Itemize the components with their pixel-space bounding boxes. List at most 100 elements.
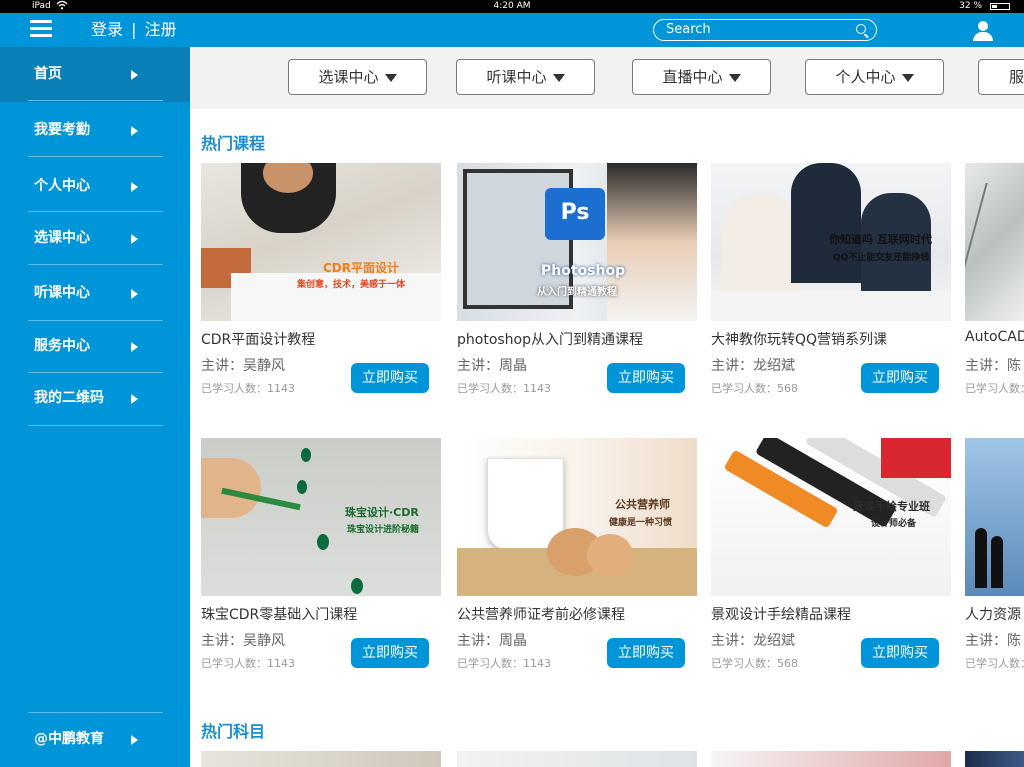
course-thumbnail[interactable] xyxy=(965,438,1024,596)
caret-down-icon xyxy=(384,73,397,82)
course-thumbnail[interactable] xyxy=(965,163,1024,321)
sidebar-item-service-center[interactable]: 服务中心 xyxy=(0,319,190,374)
course-title[interactable]: 大神教你玩转QQ营销系列课 xyxy=(711,329,887,349)
top-header: 登录 | 注册 Search xyxy=(0,13,1024,47)
thumbnail-subtitle: 珠宝设计进阶秘籍 xyxy=(347,525,420,535)
course-title[interactable]: 公共营养师证考前必修课程 xyxy=(457,604,625,624)
buy-now-button[interactable]: 立即购买 xyxy=(607,638,685,668)
sidebar-item-label: 个人中心 xyxy=(34,178,90,194)
sidebar-item-label: 服务中心 xyxy=(34,338,90,354)
course-learner-count: 已学习人数：568 xyxy=(711,382,798,395)
course-teacher: 主讲：周晶 xyxy=(457,358,527,374)
subject-thumbnail[interactable] xyxy=(711,751,951,767)
category-tabs: 选课中心 听课中心 直播中心 个人中心 服 xyxy=(190,47,1024,109)
buy-now-button[interactable]: 立即购买 xyxy=(351,638,429,668)
chevron-right-icon xyxy=(131,182,138,192)
search-icon[interactable] xyxy=(856,24,866,34)
sidebar-item-course-selection[interactable]: 选课中心 xyxy=(0,211,190,266)
course-learner-count: 已学习人数： xyxy=(965,657,1024,670)
course-learner-count: 已学习人数：1143 xyxy=(201,382,295,395)
course-thumbnail[interactable]: 景观手绘专业班 设计师必备 xyxy=(711,438,951,596)
section-title-hot-courses: 热门课程 xyxy=(201,134,266,153)
thumbnail-title: 景观手绘专业班 xyxy=(853,500,930,513)
course-teacher: 主讲：吴静风 xyxy=(201,358,285,374)
buy-now-button[interactable]: 立即购买 xyxy=(861,638,939,668)
status-bar: iPad 4:20 AM 32 % xyxy=(0,0,1024,13)
divider xyxy=(28,425,163,426)
sidebar-item-label: 我的二维码 xyxy=(34,390,104,406)
thumbnail-subtitle: 从入门到精通教程 xyxy=(537,287,617,298)
thumbnail-title: CDR平面设计 xyxy=(323,261,400,275)
chevron-right-icon xyxy=(131,394,138,404)
thumbnail-title: 你知道吗 互联网时代 xyxy=(829,233,932,246)
thumbnail-subtitle: 集创意，技术，美感于一体 xyxy=(297,280,406,290)
buy-now-button[interactable]: 立即购买 xyxy=(861,363,939,393)
battery-percent: 32 % xyxy=(959,1,982,11)
sidebar-item-lecture-center[interactable]: 听课中心 xyxy=(0,266,190,321)
user-icon[interactable] xyxy=(972,21,994,41)
divider xyxy=(28,156,163,157)
thumbnail-title: 公共营养师 xyxy=(615,498,670,511)
register-link[interactable]: 注册 xyxy=(145,13,177,47)
tab-service-center[interactable]: 服 xyxy=(978,59,1024,95)
chevron-right-icon xyxy=(131,735,138,745)
course-title[interactable]: CDR平面设计教程 xyxy=(201,329,315,349)
battery-icon xyxy=(990,3,1010,10)
course-card[interactable]: 人力资源 主讲：陈 已学习人数： xyxy=(965,438,1024,678)
auth-divider: | xyxy=(131,20,137,39)
sidebar-item-attendance[interactable]: 我要考勤 xyxy=(0,103,190,158)
course-teacher: 主讲：陈 xyxy=(965,633,1021,649)
course-learner-count: 已学习人数： xyxy=(965,382,1024,395)
tab-label: 直播中心 xyxy=(662,68,723,86)
buy-now-button[interactable]: 立即购买 xyxy=(351,363,429,393)
course-teacher: 主讲：周晶 xyxy=(457,633,527,649)
sidebar-item-home[interactable]: 首页 xyxy=(0,47,190,102)
course-thumbnail[interactable]: CDR平面设计 集创意，技术，美感于一体 xyxy=(201,163,441,321)
chevron-right-icon xyxy=(131,70,138,80)
course-title[interactable]: 珠宝CDR零基础入门课程 xyxy=(201,604,357,624)
search-input[interactable]: Search xyxy=(653,19,877,41)
thumbnail-title: 珠宝设计·CDR xyxy=(345,506,419,519)
course-thumbnail[interactable]: 你知道吗 互联网时代 QQ不止能交友还能挣钱 xyxy=(711,163,951,321)
tab-label: 听课中心 xyxy=(486,68,547,86)
chevron-right-icon xyxy=(131,289,138,299)
thumbnail-title: Photoshop xyxy=(541,263,626,279)
sidebar-item-personal-center[interactable]: 个人中心 xyxy=(0,159,190,214)
tab-course-selection[interactable]: 选课中心 xyxy=(288,59,427,95)
course-title[interactable]: 人力资源 xyxy=(965,604,1021,624)
divider xyxy=(28,100,163,101)
login-link[interactable]: 登录 xyxy=(91,13,123,47)
course-thumbnail[interactable]: 公共营养师 健康是一种习惯 xyxy=(457,438,697,596)
menu-icon[interactable] xyxy=(30,20,52,38)
sidebar: 首页 我要考勤 个人中心 选课中心 听课中心 服务中心 我的二维码 @中鹏教育 xyxy=(0,47,190,767)
clock: 4:20 AM xyxy=(493,1,531,11)
sidebar-item-qr-code[interactable]: 我的二维码 xyxy=(0,371,190,426)
subject-thumbnail[interactable] xyxy=(965,751,1024,767)
subject-thumbnail[interactable] xyxy=(457,751,697,767)
sidebar-item-label: 首页 xyxy=(34,66,62,82)
caret-down-icon xyxy=(901,73,914,82)
course-title[interactable]: photoshop从入门到精通课程 xyxy=(457,329,643,349)
sidebar-footer-link[interactable]: @中鹏教育 xyxy=(0,712,190,767)
tab-lecture-center[interactable]: 听课中心 xyxy=(456,59,595,95)
tab-label: 服 xyxy=(1009,68,1024,86)
chevron-right-icon xyxy=(131,126,138,136)
thumbnail-subtitle: 健康是一种习惯 xyxy=(609,518,673,528)
course-title[interactable]: AutoCAD xyxy=(965,329,1024,345)
tab-live-center[interactable]: 直播中心 xyxy=(632,59,771,95)
course-thumbnail[interactable]: 珠宝设计·CDR 珠宝设计进阶秘籍 xyxy=(201,438,441,596)
sidebar-item-label: 听课中心 xyxy=(34,285,90,301)
course-learner-count: 已学习人数：1143 xyxy=(201,657,295,670)
search-placeholder: Search xyxy=(666,22,711,37)
course-thumbnail[interactable]: Ps Photoshop 从入门到精通教程 xyxy=(457,163,697,321)
course-card[interactable]: AutoCAD 主讲：陈 已学习人数： xyxy=(965,163,1024,403)
sidebar-item-label: 我要考勤 xyxy=(34,122,90,138)
buy-now-button[interactable]: 立即购买 xyxy=(607,363,685,393)
tab-personal-center[interactable]: 个人中心 xyxy=(805,59,944,95)
chevron-right-icon xyxy=(131,234,138,244)
subject-thumbnail[interactable] xyxy=(201,751,441,767)
course-teacher: 主讲：陈 xyxy=(965,358,1021,374)
course-title[interactable]: 景观设计手绘精品课程 xyxy=(711,604,851,624)
chevron-right-icon xyxy=(131,342,138,352)
tab-label: 选课中心 xyxy=(318,68,379,86)
